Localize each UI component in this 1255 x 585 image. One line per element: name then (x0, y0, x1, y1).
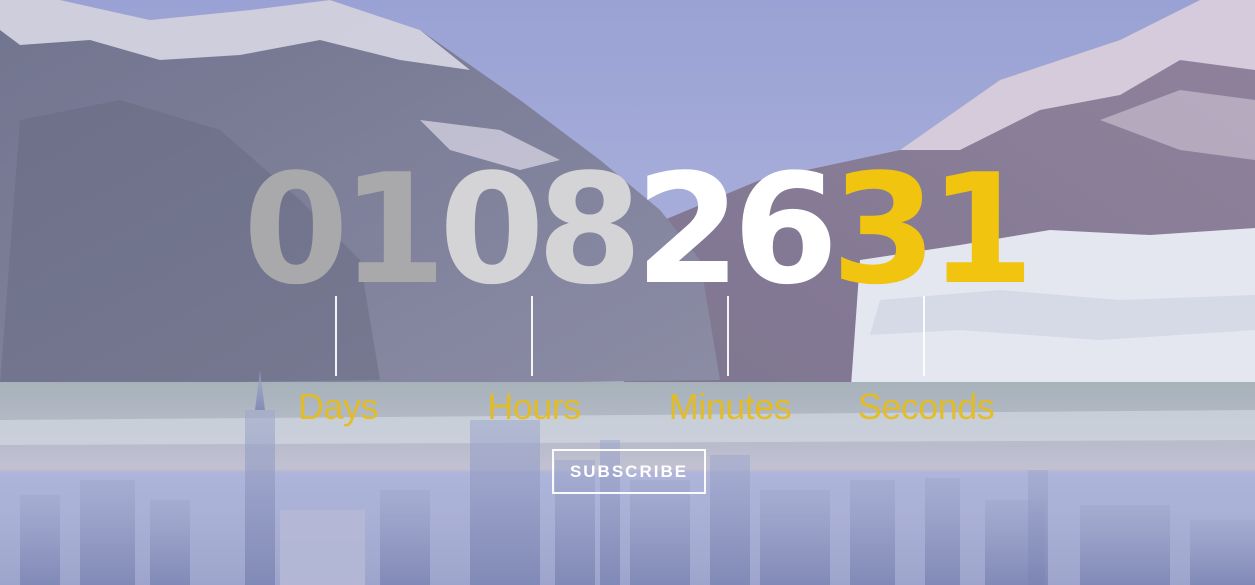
countdown-seconds: 31 Seconds (831, 141, 1035, 430)
minutes-divider (727, 296, 729, 376)
countdown-minutes: 26 Minutes (635, 141, 839, 430)
seconds-divider (923, 296, 925, 376)
countdown-timer: 01 Days 08 Hours 26 Minutes 31 Seconds (243, 150, 1035, 428)
countdown-days: 01 Days (243, 141, 447, 430)
days-divider (335, 296, 337, 376)
days-value: 01 (243, 141, 447, 318)
hours-value: 08 (439, 141, 643, 318)
seconds-label: Seconds (857, 386, 995, 427)
seconds-value: 31 (831, 141, 1035, 318)
hours-divider (531, 296, 533, 376)
days-label: Days (297, 386, 379, 427)
minutes-label: Minutes (668, 386, 792, 427)
subscribe-button[interactable]: SUBSCRIBE (552, 449, 706, 494)
minutes-value: 26 (635, 141, 839, 318)
hours-label: Hours (487, 386, 581, 427)
countdown-hours: 08 Hours (439, 141, 643, 430)
